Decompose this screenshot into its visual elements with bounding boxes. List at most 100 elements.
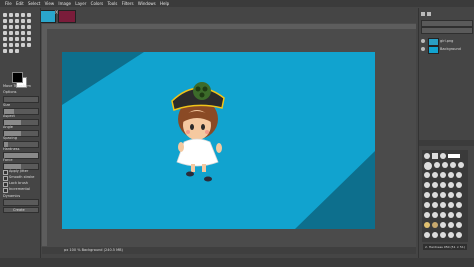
vertical-ruler[interactable] xyxy=(42,24,47,246)
text-tool-icon[interactable] xyxy=(21,31,25,35)
brush-item[interactable] xyxy=(432,202,438,208)
brush-item[interactable] xyxy=(440,202,446,208)
menu-windows[interactable]: Windows xyxy=(138,0,156,7)
eraser-icon[interactable] xyxy=(21,37,25,41)
brush-item[interactable] xyxy=(424,172,430,178)
paintbrush-icon[interactable] xyxy=(15,37,19,41)
brush-item[interactable] xyxy=(448,232,454,238)
menu-edit[interactable]: Edit xyxy=(16,0,24,7)
foreground-color-swatch[interactable] xyxy=(12,72,23,83)
brush-item[interactable] xyxy=(440,192,446,198)
brush-item[interactable] xyxy=(448,154,460,158)
menu-tools[interactable]: Tools xyxy=(107,0,117,7)
flip-icon[interactable] xyxy=(3,31,7,35)
brush-item[interactable] xyxy=(440,182,446,188)
color-picker-icon[interactable] xyxy=(15,49,19,53)
brush-item[interactable] xyxy=(440,153,446,159)
brush-item[interactable] xyxy=(456,192,462,198)
brush-item[interactable] xyxy=(456,232,462,238)
brush-item[interactable] xyxy=(424,182,430,188)
visibility-eye-icon[interactable] xyxy=(421,47,425,51)
brush-item[interactable] xyxy=(456,222,462,228)
brush-item[interactable] xyxy=(424,153,430,159)
brush-item[interactable] xyxy=(440,212,446,218)
smooth-checkbox[interactable] xyxy=(3,176,8,181)
measure-icon[interactable] xyxy=(3,49,7,53)
menu-colors[interactable]: Colors xyxy=(91,0,104,7)
move-tool-icon[interactable] xyxy=(3,13,7,17)
scale-icon[interactable] xyxy=(15,25,19,29)
brush-item[interactable] xyxy=(432,192,438,198)
create-button[interactable]: Create xyxy=(3,207,39,213)
align-tool-icon[interactable] xyxy=(9,13,13,17)
clone-icon[interactable] xyxy=(9,43,13,47)
perspective-icon[interactable] xyxy=(27,25,31,29)
bucket-fill-icon[interactable] xyxy=(27,31,31,35)
fuzzy-select-icon[interactable] xyxy=(3,19,7,23)
brush-item[interactable] xyxy=(424,222,430,228)
brush-item[interactable] xyxy=(432,232,438,238)
menu-filters[interactable]: Filters xyxy=(122,0,134,7)
menu-image[interactable]: Image xyxy=(58,0,71,7)
heal-icon[interactable] xyxy=(15,43,19,47)
brush-item[interactable] xyxy=(424,202,430,208)
image-canvas[interactable] xyxy=(62,52,375,229)
menu-view[interactable]: View xyxy=(45,0,55,7)
brush-item[interactable] xyxy=(448,192,454,198)
paths-icon[interactable] xyxy=(27,19,31,23)
mode-icon[interactable] xyxy=(421,12,425,16)
image-tab[interactable] xyxy=(58,10,76,23)
foreground-select-icon[interactable] xyxy=(21,19,25,23)
dynamics-select[interactable] xyxy=(3,199,39,206)
cage-icon[interactable] xyxy=(9,31,13,35)
brush-item[interactable] xyxy=(448,202,454,208)
color-select-icon[interactable] xyxy=(9,19,13,23)
jitter-checkbox[interactable] xyxy=(3,170,8,175)
rotate-icon[interactable] xyxy=(9,25,13,29)
brush-item[interactable] xyxy=(456,182,462,188)
brush-item[interactable] xyxy=(440,232,446,238)
brush-item[interactable] xyxy=(448,212,454,218)
brush-item[interactable] xyxy=(440,172,446,178)
visibility-eye-icon[interactable] xyxy=(421,39,425,43)
menu-help[interactable]: Help xyxy=(160,0,169,7)
brush-item[interactable] xyxy=(432,222,438,228)
brush-item[interactable] xyxy=(432,153,438,159)
horizontal-ruler[interactable] xyxy=(42,24,416,29)
brush-item[interactable] xyxy=(432,172,438,178)
brush-item[interactable] xyxy=(432,182,438,188)
shear-icon[interactable] xyxy=(21,25,25,29)
crop-icon[interactable] xyxy=(3,25,7,29)
lock-options-row[interactable] xyxy=(421,27,473,34)
brush-item[interactable] xyxy=(434,162,440,168)
brush-item[interactable] xyxy=(424,232,430,238)
opacity-slider[interactable] xyxy=(421,20,473,27)
brush-item[interactable] xyxy=(458,162,464,168)
layer-row-1[interactable]: girl.png xyxy=(421,38,471,46)
brush-item[interactable] xyxy=(448,172,454,178)
brush-item[interactable] xyxy=(456,172,462,178)
brush-item[interactable] xyxy=(450,162,456,168)
mode-select[interactable] xyxy=(3,96,39,103)
brush-item[interactable] xyxy=(442,162,448,168)
ellipse-select-icon[interactable] xyxy=(21,13,25,17)
lock-brush-checkbox[interactable] xyxy=(3,182,8,187)
zoom-icon[interactable] xyxy=(9,49,13,53)
scissors-icon[interactable] xyxy=(15,19,19,23)
ink-icon[interactable] xyxy=(3,43,7,47)
brush-item[interactable] xyxy=(456,212,462,218)
layer-row-2[interactable]: Background xyxy=(421,46,471,54)
brush-item[interactable] xyxy=(440,222,446,228)
brush-item[interactable] xyxy=(456,202,462,208)
brush-item[interactable] xyxy=(448,222,454,228)
lasso-icon[interactable] xyxy=(27,13,31,17)
airbrush-icon[interactable] xyxy=(27,37,31,41)
lock-icon[interactable] xyxy=(427,12,431,16)
menu-select[interactable]: Select xyxy=(28,0,40,7)
rect-select-icon[interactable] xyxy=(15,13,19,17)
brush-item[interactable] xyxy=(432,212,438,218)
brush-item[interactable] xyxy=(448,182,454,188)
smudge-icon[interactable] xyxy=(21,43,25,47)
brush-item[interactable] xyxy=(424,192,430,198)
brush-item[interactable] xyxy=(424,162,432,170)
